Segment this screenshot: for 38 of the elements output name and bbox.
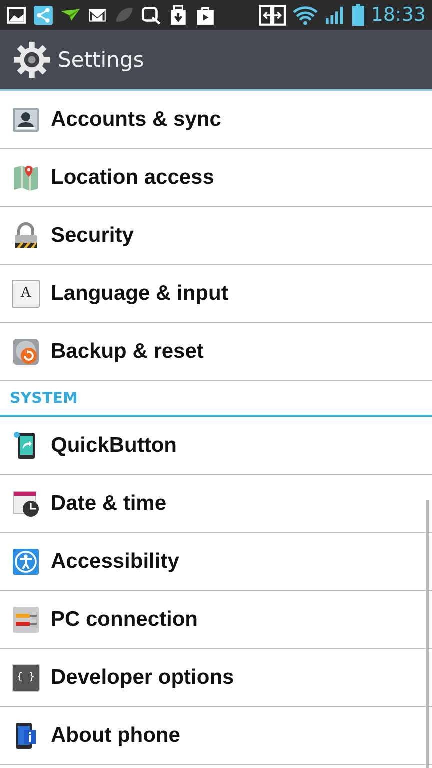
search-icon <box>141 4 162 26</box>
item-label: Language & input <box>51 282 228 306</box>
download-icon <box>168 4 189 26</box>
padlock-icon <box>12 222 40 250</box>
braces-tile-icon: { } <box>12 664 40 692</box>
item-label: Accounts & sync <box>51 108 222 132</box>
item-label: Date & time <box>51 492 167 516</box>
screen-title: Settings <box>58 48 144 72</box>
item-label: Accessibility <box>51 550 180 574</box>
cable-plugs-icon <box>12 606 40 634</box>
letter-tile-icon: A <box>12 280 40 308</box>
picture-icon <box>6 4 27 26</box>
settings-icon <box>13 40 51 78</box>
section-header: SYSTEM <box>0 381 432 417</box>
item-label: About phone <box>51 724 180 748</box>
settings-item[interactable]: A Language & input <box>0 265 432 323</box>
clock: 18:33 <box>371 4 426 26</box>
map-pin-icon <box>12 164 40 192</box>
share-icon <box>33 4 54 26</box>
item-label: Location access <box>51 166 214 190</box>
item-label: Developer options <box>51 666 234 690</box>
settings-item[interactable]: Accounts & sync <box>0 91 432 149</box>
settings-item[interactable]: Date & time <box>0 475 432 533</box>
screen-share-icon <box>259 4 286 26</box>
item-label: Security <box>51 224 134 248</box>
settings-item[interactable]: Security <box>0 207 432 265</box>
settings-item[interactable]: Location access <box>0 149 432 207</box>
item-label: PC connection <box>51 608 198 632</box>
item-label: Backup & reset <box>51 340 204 364</box>
play-bag-icon <box>195 4 216 26</box>
wifi-icon <box>292 4 320 26</box>
settings-item[interactable]: Backup & reset <box>0 323 432 381</box>
item-label: QuickButton <box>51 434 177 458</box>
battery-icon <box>352 4 366 26</box>
settings-item[interactable]: QuickButton <box>0 417 432 475</box>
person-card-icon <box>12 106 40 134</box>
calendar-clock-icon <box>12 490 40 518</box>
person-circle-icon <box>12 548 40 576</box>
